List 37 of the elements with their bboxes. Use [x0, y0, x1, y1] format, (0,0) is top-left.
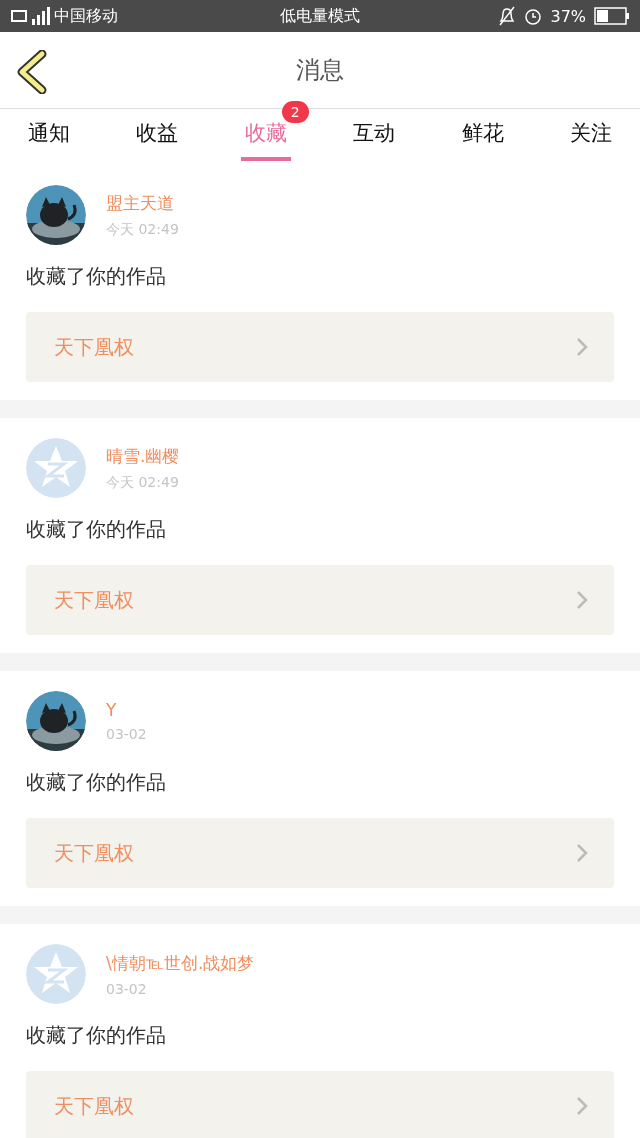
default-avatar-icon [26, 438, 86, 498]
tab[interactable]: 互动 [349, 109, 400, 161]
battery-icon [594, 7, 630, 25]
bell-off-icon [498, 6, 517, 26]
chevron-right-icon [576, 1096, 588, 1116]
timestamp: 03-02 [106, 980, 148, 997]
battery-level: 37% [550, 6, 586, 26]
carrier: 中国移动 [54, 5, 118, 27]
tab[interactable]: 鲜花 [457, 109, 508, 161]
work-link[interactable]: 天下凰权 [26, 1071, 614, 1138]
tab[interactable]: 通知 [24, 109, 74, 161]
message-text: 收藏了你的作品 [26, 263, 167, 290]
user-name[interactable]: 盟主天道 [106, 191, 179, 215]
chevron-right-icon [576, 590, 588, 610]
signal-icon [10, 7, 50, 25]
count-badge: 2 [281, 101, 309, 123]
message-text: 收藏了你的作品 [26, 1022, 167, 1049]
timestamp: 今天 02:49 [106, 220, 179, 239]
user-name[interactable]: \情朝℡世创.战如梦 [106, 951, 255, 975]
timestamp: 03-02 [106, 726, 147, 742]
work-link[interactable]: 天下凰权 [26, 565, 614, 635]
user-name[interactable]: Y [106, 700, 147, 720]
page-title: 消息 [296, 56, 344, 84]
work-link[interactable]: 天下凰权 [26, 312, 614, 382]
message-text: 收藏了你的作品 [26, 516, 167, 543]
message-text: 收藏了你的作品 [26, 769, 167, 796]
tab[interactable]: 收益 [132, 109, 183, 161]
user-name[interactable]: 晴雪.幽樱 [106, 444, 180, 468]
chevron-right-icon [576, 843, 588, 863]
default-avatar-icon [26, 944, 86, 1004]
timestamp: 今天 02:49 [106, 473, 180, 492]
tab[interactable]: 关注 [565, 109, 616, 161]
chevron-right-icon [576, 337, 588, 357]
work-link[interactable]: 天下凰权 [26, 818, 614, 888]
back-icon[interactable] [16, 50, 48, 94]
power-mode: 低电量模式 [280, 5, 360, 25]
alarm-icon [524, 7, 543, 25]
